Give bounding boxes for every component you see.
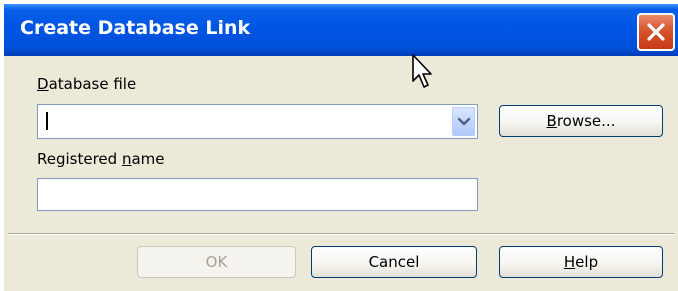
close-button[interactable] (637, 13, 675, 51)
database-file-dropdown-button[interactable] (452, 107, 475, 136)
text-caret (46, 112, 48, 130)
registered-name-label-rest: ame (131, 150, 165, 168)
ok-button[interactable]: OK (137, 246, 296, 278)
registered-name-field[interactable] (37, 178, 478, 211)
registered-name-label: Registered name (37, 150, 165, 168)
title-bar[interactable]: Create Database Link (4, 4, 678, 56)
browse-button-rest: rowse... (556, 112, 616, 130)
help-button[interactable]: Help (499, 246, 663, 278)
browse-button[interactable]: Browse... (499, 105, 663, 137)
help-button-rest: elp (575, 253, 599, 271)
database-file-combobox[interactable] (37, 104, 478, 139)
close-icon (647, 23, 665, 41)
cancel-button[interactable]: Cancel (311, 246, 477, 278)
button-separator (8, 233, 674, 235)
database-file-label-mnemonic: D (37, 75, 49, 93)
database-file-label-rest: atabase file (48, 75, 137, 93)
mouse-pointer-icon (412, 54, 432, 88)
create-database-link-dialog: Create Database Link Database file Brows… (4, 4, 678, 291)
chevron-down-icon (457, 117, 471, 126)
help-button-mnemonic: H (563, 253, 576, 271)
browse-button-mnemonic: B (546, 112, 557, 130)
dialog-title: Create Database Link (20, 17, 251, 39)
database-file-label: Database file (37, 75, 136, 93)
registered-name-label-pre: Registered (37, 150, 122, 168)
